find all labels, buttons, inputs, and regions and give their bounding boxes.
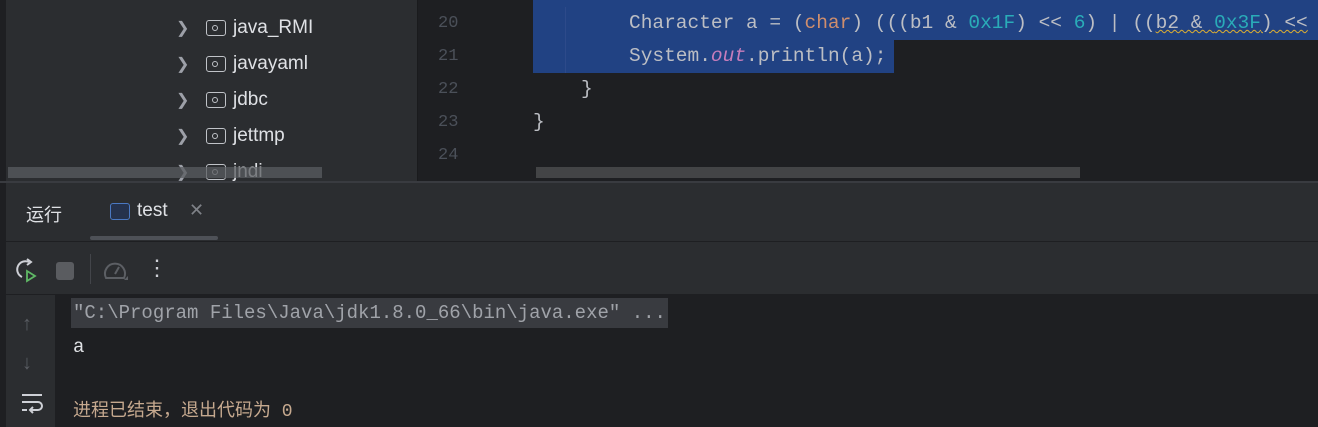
tree-item-javayaml[interactable]: ❯ javayaml <box>176 46 308 82</box>
package-folder-icon <box>206 56 226 72</box>
code-text: b2 & <box>1155 12 1215 34</box>
code-line-21: System.out.println(a); <box>533 40 894 73</box>
package-folder-icon <box>206 20 226 36</box>
selection-line-19 <box>533 0 1318 7</box>
tree-item-label: jdbc <box>233 89 268 110</box>
code-text: Character a = ( <box>629 12 805 34</box>
tree-item-jdbc[interactable]: ❯ jdbc <box>176 82 268 118</box>
tree-horizontal-scrollbar[interactable] <box>8 167 322 178</box>
tree-item-label: javayaml <box>233 53 308 74</box>
code-text: ) << <box>1260 12 1308 34</box>
code-line-23: } <box>533 111 545 133</box>
rerun-icon[interactable] <box>14 258 40 284</box>
code-editor[interactable]: Character a = (char) (((b1 & 0x1F) << 6)… <box>533 0 1318 181</box>
code-text: ) << <box>1015 12 1074 34</box>
console-output-line: a <box>73 336 85 358</box>
run-tool-window-header: 运行 test ✕ <box>0 183 1318 241</box>
run-panel-title: 运行 <box>26 205 62 225</box>
tab-label: test <box>137 200 168 221</box>
line-number: 24 <box>438 146 459 165</box>
toolbar-separator <box>90 254 91 284</box>
package-folder-icon <box>206 92 226 108</box>
code-text: ) (((b1 & <box>851 12 969 34</box>
tab-test[interactable]: test ✕ <box>90 183 218 241</box>
line-number-gutter: 20 21 22 23 24 <box>417 0 533 181</box>
line-number: 20 <box>438 14 459 33</box>
more-options-icon[interactable]: ⋮ <box>146 254 168 282</box>
chevron-right-icon[interactable]: ❯ <box>176 90 196 110</box>
code-text: System. <box>629 45 711 67</box>
soft-wrap-icon[interactable] <box>20 392 44 414</box>
console-output[interactable]: "C:\Program Files\Java\jdk1.8.0_66\bin\j… <box>55 295 1318 427</box>
line-number: 23 <box>438 113 459 132</box>
code-text: ) | (( <box>1085 12 1156 34</box>
scroll-up-arrow-icon[interactable]: ↑ <box>22 313 32 336</box>
stop-icon[interactable] <box>56 262 74 280</box>
console-side-toolbar: ↑ ↓ <box>0 295 55 427</box>
tree-item-java-rmi[interactable]: ❯ java_RMI <box>176 10 313 46</box>
tree-item-label: java_RMI <box>233 17 314 38</box>
console-app-icon <box>110 203 130 220</box>
indent-guide <box>565 7 566 73</box>
number-literal: 0x3F <box>1214 12 1261 34</box>
run-toolbar: ⋮ <box>0 241 1318 295</box>
console-exit-message: 进程已结束，退出代码为 0 <box>73 402 293 422</box>
profiler-gauge-icon[interactable] <box>102 258 130 284</box>
tree-item-jettmp[interactable]: ❯ jettmp <box>176 118 285 154</box>
keyword: char <box>804 12 852 34</box>
chevron-right-icon[interactable]: ❯ <box>176 54 196 74</box>
project-tree[interactable]: ❯java_RMI ❯javayaml ❯jdbc ❯jettmp ❯jndi <box>0 0 417 181</box>
close-tab-icon[interactable]: ✕ <box>189 200 204 221</box>
code-line-20: Character a = (char) (((b1 & 0x1F) << 6)… <box>533 7 1318 40</box>
editor-horizontal-scrollbar[interactable] <box>536 167 1080 178</box>
package-folder-icon <box>206 128 226 144</box>
chevron-right-icon[interactable]: ❯ <box>176 126 196 146</box>
chevron-right-icon[interactable]: ❯ <box>176 18 196 38</box>
line-number: 21 <box>438 47 459 66</box>
scroll-down-arrow-icon[interactable]: ↓ <box>22 352 32 375</box>
console-command-line: "C:\Program Files\Java\jdk1.8.0_66\bin\j… <box>71 298 668 328</box>
code-line-22: } <box>581 78 593 100</box>
number-literal: 0x1F <box>968 12 1016 34</box>
code-text: .println(a); <box>746 45 887 67</box>
active-tab-indicator <box>90 236 218 240</box>
static-field: out <box>710 45 747 67</box>
number-literal: 6 <box>1073 12 1086 34</box>
line-number: 22 <box>438 80 459 99</box>
tree-item-label: jettmp <box>233 125 285 146</box>
